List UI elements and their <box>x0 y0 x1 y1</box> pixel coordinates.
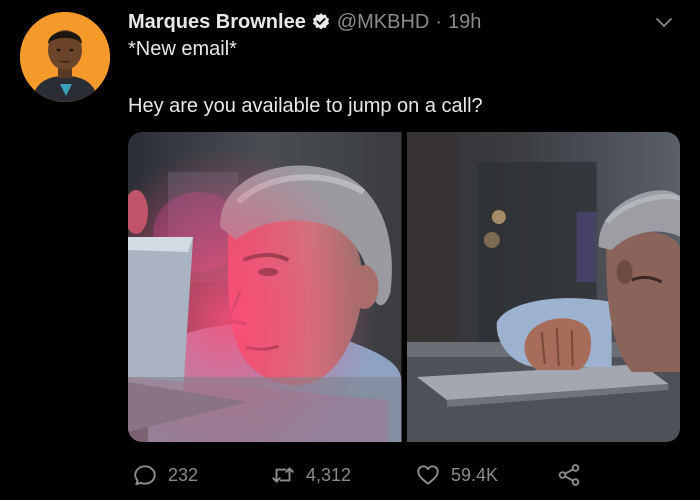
avatar[interactable] <box>20 12 110 102</box>
like-count: 59.4K <box>451 464 499 485</box>
reply-button[interactable]: 232 <box>132 461 198 489</box>
header-separator: · <box>435 10 443 33</box>
verified-badge-icon <box>311 12 331 32</box>
share-icon <box>558 464 580 486</box>
author-name[interactable]: Marques Brownlee <box>128 11 306 34</box>
tweet-text-line-1: *New email* <box>128 38 237 60</box>
retweet-count: 4,312 <box>306 464 352 485</box>
share-button[interactable] <box>556 461 582 489</box>
tweet-media <box>128 132 680 442</box>
retweet-icon <box>272 467 294 483</box>
retweet-button[interactable]: 4,312 <box>270 461 351 489</box>
chevron-down-icon[interactable] <box>652 10 676 34</box>
author-handle[interactable]: @MKBHD <box>337 11 430 34</box>
tweet-header: Marques Brownlee @MKBHD · 19h <box>128 8 481 36</box>
like-button[interactable]: 59.4K <box>415 461 498 489</box>
reply-count: 232 <box>168 464 199 485</box>
heart-icon <box>417 465 439 485</box>
reply-icon <box>134 465 156 486</box>
avatar-image <box>20 12 110 102</box>
tweet-timestamp[interactable]: 19h <box>448 11 481 34</box>
tweet-text-line-2: Hey are you available to jump on a call? <box>128 95 483 117</box>
tweet[interactable]: Marques Brownlee @MKBHD · 19h *New email… <box>0 0 700 500</box>
tweet-actions: 232 4,312 59.4K <box>128 455 688 495</box>
photo-man-peeking-over-laptop[interactable] <box>406 132 680 442</box>
photo-man-at-laptop-pink-light[interactable] <box>128 132 402 442</box>
